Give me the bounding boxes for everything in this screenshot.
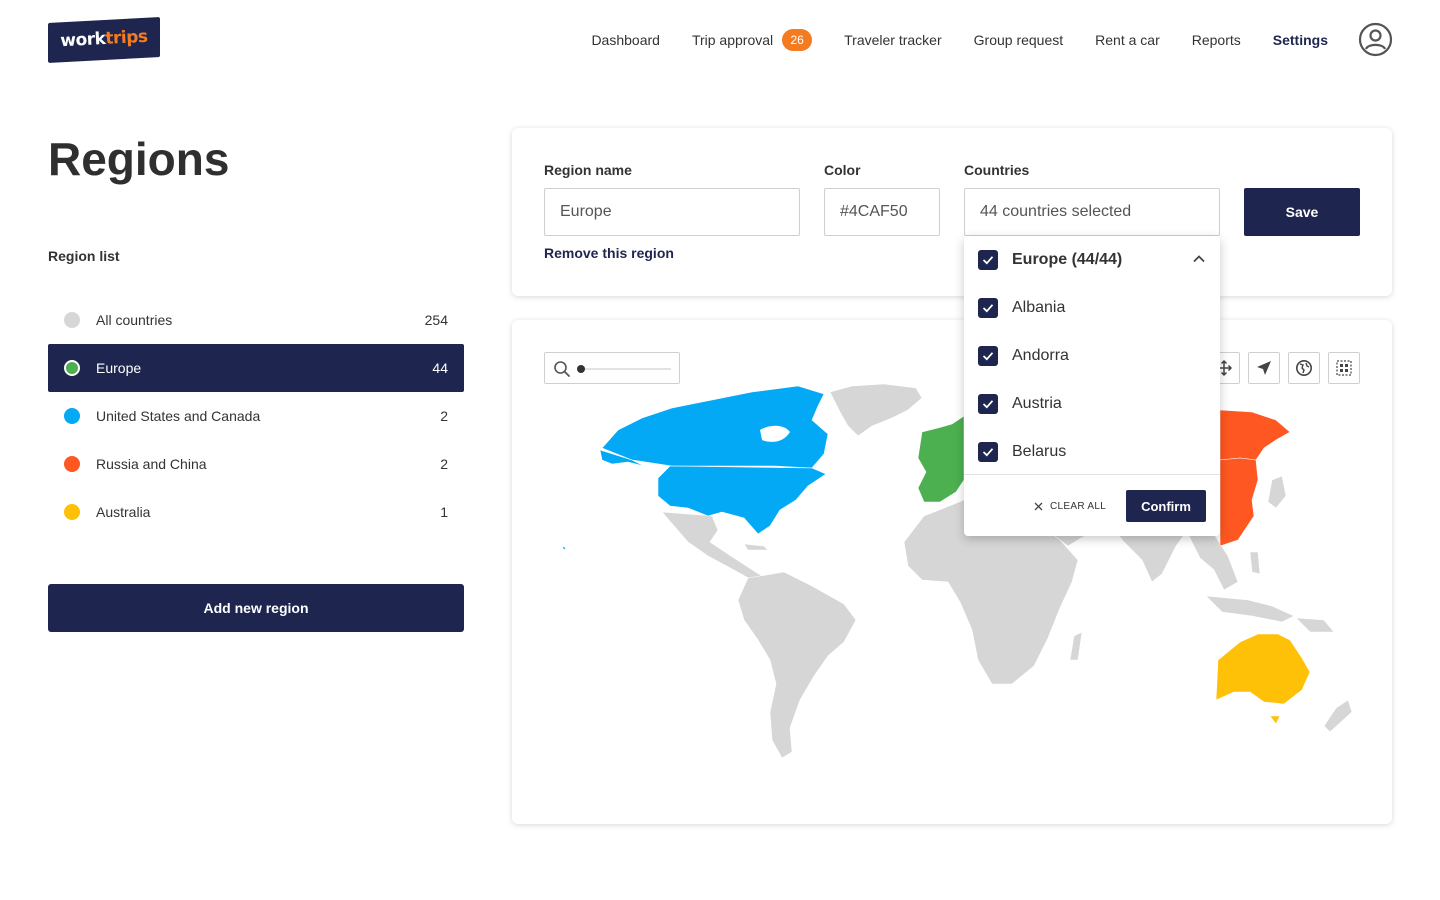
map-zoom-search[interactable] bbox=[544, 352, 680, 384]
region-item-all-countries[interactable]: All countries 254 bbox=[48, 296, 464, 344]
region-item-russia-and-china[interactable]: Russia and China 2 bbox=[48, 440, 464, 488]
confirm-button[interactable]: Confirm bbox=[1126, 490, 1206, 522]
region-count: 44 bbox=[432, 360, 448, 376]
region-color-dot bbox=[64, 456, 80, 472]
greenland-shape bbox=[829, 383, 923, 437]
dropdown-item-belarus[interactable]: Belarus bbox=[964, 428, 1220, 476]
australia-shape bbox=[1215, 633, 1311, 705]
globe-icon[interactable] bbox=[1288, 352, 1320, 384]
region-count: 254 bbox=[424, 312, 448, 328]
locate-arrow-icon[interactable] bbox=[1248, 352, 1280, 384]
russia-shape bbox=[1219, 409, 1291, 461]
papua-shape bbox=[1295, 617, 1335, 633]
region-list-label: Region list bbox=[48, 248, 120, 264]
region-item-europe[interactable]: Europe 44 bbox=[48, 344, 464, 392]
logo-text-work: work bbox=[59, 28, 106, 52]
logo-text-trips: trips bbox=[104, 26, 149, 49]
checkbox-checked-icon[interactable] bbox=[978, 250, 998, 270]
nav-settings[interactable]: Settings bbox=[1273, 32, 1328, 48]
main-nav: Dashboard Trip approval 26 Traveler track… bbox=[559, 28, 1328, 52]
dropdown-item-label: Belarus bbox=[1012, 443, 1067, 460]
checkbox-checked-icon[interactable] bbox=[978, 298, 998, 318]
remove-region-link[interactable]: Remove this region bbox=[544, 245, 674, 261]
region-count: 2 bbox=[440, 456, 448, 472]
dropdown-divider bbox=[964, 474, 1220, 475]
hawaii-shape bbox=[561, 545, 567, 551]
region-item-united-states-and-canada[interactable]: United States and Canada 2 bbox=[48, 392, 464, 440]
color-label: Color bbox=[824, 162, 861, 178]
region-name: Australia bbox=[96, 504, 151, 520]
clear-all-button[interactable]: CLEAR ALL bbox=[1034, 490, 1106, 522]
region-name-field[interactable] bbox=[544, 188, 800, 236]
nav-trip-approval[interactable]: Trip approval 26 bbox=[692, 29, 813, 51]
dropdown-item-label: Andorra bbox=[1012, 347, 1069, 364]
user-circle-icon[interactable] bbox=[1358, 22, 1393, 57]
japan-shape bbox=[1267, 475, 1287, 509]
chevron-up-icon[interactable] bbox=[1192, 254, 1206, 264]
south-america-shape bbox=[737, 571, 857, 759]
dropdown-item-label: Albania bbox=[1012, 299, 1066, 316]
region-name: Europe bbox=[96, 360, 142, 376]
region-form-card: Region name Color Countries 44 countries… bbox=[512, 128, 1392, 296]
dropdown-item-albania[interactable]: Albania bbox=[964, 284, 1220, 332]
china-shape bbox=[1219, 457, 1259, 547]
add-new-region-button[interactable]: Add new region bbox=[48, 584, 464, 632]
region-name-label: Region name bbox=[544, 162, 632, 178]
new-zealand-shape bbox=[1323, 699, 1353, 733]
zoom-slider-track[interactable] bbox=[579, 368, 671, 370]
countries-select[interactable]: 44 countries selected bbox=[964, 188, 1220, 236]
countries-dropdown: Europe (44/44) Albania Andorra Austria B… bbox=[964, 236, 1220, 536]
nav-group-request[interactable]: Group request bbox=[974, 32, 1064, 48]
zoom-slider-knob[interactable] bbox=[577, 365, 585, 373]
dropdown-group-label: Europe (44/44) bbox=[1012, 251, 1123, 268]
save-button[interactable]: Save bbox=[1244, 188, 1360, 236]
canada-shape bbox=[601, 385, 829, 469]
caribbean-shape bbox=[743, 543, 769, 551]
nav-traveler-tracker[interactable]: Traveler tracker bbox=[844, 32, 942, 48]
region-count: 1 bbox=[440, 504, 448, 520]
close-icon bbox=[1034, 502, 1043, 510]
region-color-dot bbox=[64, 312, 80, 328]
nav-rent-a-car[interactable]: Rent a car bbox=[1095, 32, 1160, 48]
madagascar-shape bbox=[1069, 631, 1083, 661]
region-item-australia[interactable]: Australia 1 bbox=[48, 488, 464, 536]
page-title: Regions bbox=[48, 133, 230, 185]
dropdown-group-europe[interactable]: Europe (44/44) bbox=[964, 236, 1220, 284]
clear-all-label: CLEAR ALL bbox=[1050, 500, 1107, 512]
tasmania-shape bbox=[1269, 715, 1281, 725]
region-name: United States and Canada bbox=[96, 408, 261, 424]
region-count: 2 bbox=[440, 408, 448, 424]
nav-dashboard[interactable]: Dashboard bbox=[591, 32, 660, 48]
nav-reports[interactable]: Reports bbox=[1192, 32, 1241, 48]
region-name: All countries bbox=[96, 312, 173, 328]
checkbox-checked-icon[interactable] bbox=[978, 346, 998, 366]
philippines-shape bbox=[1249, 551, 1261, 575]
countries-label: Countries bbox=[964, 162, 1030, 178]
dropdown-item-label: Austria bbox=[1012, 395, 1062, 412]
trip-approval-badge: 26 bbox=[782, 29, 813, 51]
world-map[interactable] bbox=[512, 320, 1392, 824]
region-list: All countries 254 Europe 44 United State… bbox=[48, 296, 464, 536]
region-color-dot bbox=[64, 408, 80, 424]
checkbox-checked-icon[interactable] bbox=[978, 442, 998, 462]
search-icon bbox=[554, 361, 570, 377]
grid-select-icon[interactable] bbox=[1328, 352, 1360, 384]
dropdown-item-andorra[interactable]: Andorra bbox=[964, 332, 1220, 380]
checkbox-checked-icon[interactable] bbox=[978, 394, 998, 414]
color-field[interactable] bbox=[824, 188, 940, 236]
region-name: Russia and China bbox=[96, 456, 207, 472]
europe-shape bbox=[917, 415, 965, 503]
worktrips-logo[interactable]: worktrips bbox=[48, 17, 160, 63]
indonesia-shape bbox=[1205, 595, 1295, 623]
region-color-dot bbox=[64, 504, 80, 520]
region-color-dot bbox=[64, 360, 80, 376]
dropdown-item-austria[interactable]: Austria bbox=[964, 380, 1220, 428]
world-map-card bbox=[512, 320, 1392, 824]
